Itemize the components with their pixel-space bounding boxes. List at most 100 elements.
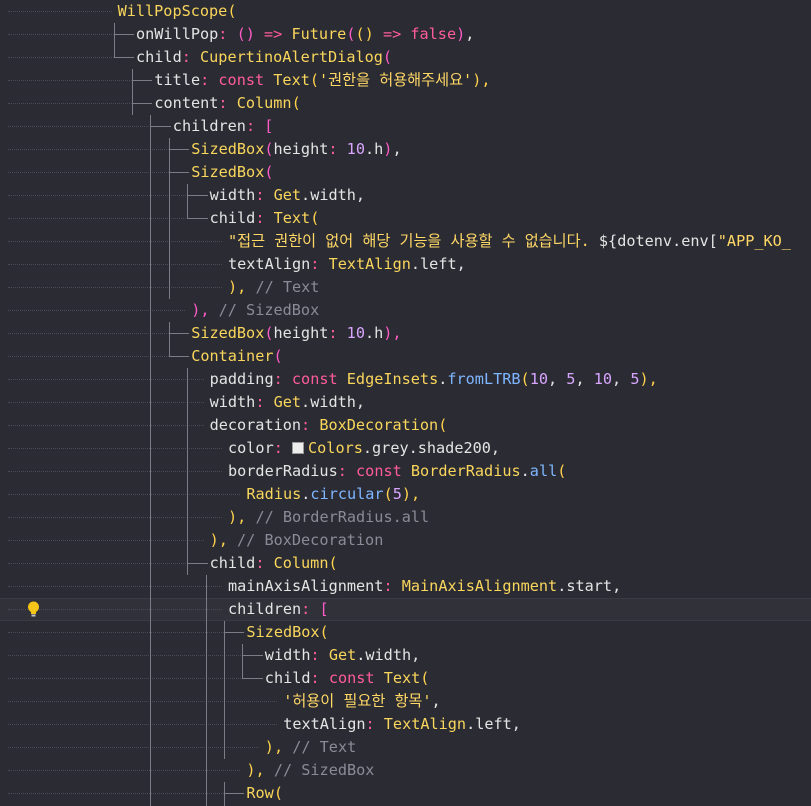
indent-guide (205, 598, 207, 621)
code-text[interactable]: children: [ (228, 598, 329, 621)
code-line[interactable]: Row( (0, 782, 811, 805)
indent-dots (8, 655, 259, 656)
code-line[interactable]: ), // SizedBox (0, 759, 811, 782)
code-editor[interactable]: WillPopScope(onWillPop: () => Future(() … (0, 0, 811, 806)
code-line[interactable]: ), // Text (0, 736, 811, 759)
code-line[interactable]: padding: const EdgeInsets.fromLTRB(10, 5… (0, 368, 811, 391)
code-token-paren: ( (319, 623, 329, 641)
code-line[interactable]: child: CupertinoAlertDialog( (0, 46, 811, 69)
code-line[interactable]: color: Colors.grey.shade200, (0, 437, 811, 460)
code-text[interactable]: SizedBox(height: 10.h), (191, 322, 401, 345)
code-text[interactable]: child: const Text( (265, 667, 430, 690)
code-token-param: children (228, 600, 302, 618)
code-line[interactable]: decoration: BoxDecoration( (0, 414, 811, 437)
code-line[interactable]: SizedBox(height: 10.h), (0, 138, 811, 161)
code-text[interactable]: width: Get.width, (265, 644, 420, 667)
code-line[interactable]: ), // BoxDecoration (0, 529, 811, 552)
code-line[interactable]: width: Get.width, (0, 391, 811, 414)
code-line[interactable]: SizedBox( (0, 621, 811, 644)
tree-branch-arm (224, 632, 245, 633)
code-text[interactable]: borderRadius: const BorderRadius.all( (228, 460, 566, 483)
code-text[interactable]: color: Colors.grey.shade200, (228, 437, 500, 460)
code-text[interactable]: title: const Text('권한을 허용해주세요'), (154, 69, 490, 92)
code-text[interactable]: ), // BoxDecoration (210, 529, 384, 552)
code-token-param: title (154, 71, 201, 89)
code-token-text: h (374, 324, 384, 342)
code-token-paren: ), (209, 531, 228, 549)
code-text[interactable]: "접근 권한이 없어 해당 기능을 사용할 수 없습니다. ${dotenv.e… (228, 230, 791, 253)
code-text[interactable]: ), // BorderRadius.all (228, 506, 429, 529)
tree-branch-arm (132, 103, 153, 104)
code-line[interactable]: content: Column( (0, 92, 811, 115)
code-token-punct: : (255, 186, 274, 204)
indent-guide (168, 184, 170, 207)
code-line[interactable]: borderRadius: const BorderRadius.all( (0, 460, 811, 483)
code-line[interactable]: mainAxisAlignment: MainAxisAlignment.sta… (0, 575, 811, 598)
code-text[interactable]: width: Get.width, (210, 391, 365, 414)
code-line[interactable]: onWillPop: () => Future(() => false), (0, 23, 811, 46)
code-line[interactable]: children: [ (0, 598, 811, 621)
indent-dots (8, 172, 186, 173)
code-token-class: WillPopScope (117, 2, 228, 20)
code-line[interactable]: ), // Text (0, 276, 811, 299)
code-text[interactable]: decoration: BoxDecoration( (210, 414, 448, 437)
code-text[interactable]: padding: const EdgeInsets.fromLTRB(10, 5… (210, 368, 658, 391)
code-text[interactable]: child: Text( (210, 207, 320, 230)
indent-guide (150, 460, 152, 483)
code-text[interactable]: WillPopScope( (118, 0, 237, 23)
code-line[interactable]: children: [ (0, 115, 811, 138)
code-line[interactable]: title: const Text('권한을 허용해주세요'), (0, 69, 811, 92)
code-line[interactable]: Container( (0, 345, 811, 368)
code-text[interactable]: ), // SizedBox (246, 759, 374, 782)
code-text[interactable]: SizedBox( (246, 621, 328, 644)
code-text[interactable]: content: Column( (154, 92, 300, 115)
code-text[interactable]: child: Column( (210, 552, 338, 575)
code-line[interactable]: SizedBox(height: 10.h), (0, 322, 811, 345)
code-text[interactable]: mainAxisAlignment: MainAxisAlignment.sta… (228, 575, 621, 598)
code-line[interactable]: ), // BorderRadius.all (0, 506, 811, 529)
code-line[interactable]: width: Get.width, (0, 644, 811, 667)
code-token-paren: ), (246, 761, 265, 779)
code-text[interactable]: Row( (246, 782, 283, 805)
code-text[interactable]: children: [ (173, 115, 274, 138)
indent-dots (8, 517, 222, 518)
indent-guide (187, 437, 189, 460)
code-line[interactable]: child: Column( (0, 552, 811, 575)
code-text[interactable]: Radius.circular(5), (246, 483, 420, 506)
code-token-number: 10 (593, 370, 613, 388)
code-text[interactable]: ), // Text (228, 276, 319, 299)
code-line[interactable]: Radius.circular(5), (0, 483, 811, 506)
code-token-text: ${ (598, 232, 618, 250)
code-line[interactable]: '허용이 필요한 항목', (0, 690, 811, 713)
code-text[interactable]: ), // Text (265, 736, 356, 759)
code-line[interactable]: child: Text( (0, 207, 811, 230)
code-text[interactable]: textAlign: TextAlign.left, (228, 253, 466, 276)
code-token-punct: : (255, 554, 274, 572)
tree-branch-arm (242, 655, 263, 656)
code-line[interactable]: textAlign: TextAlign.left, (0, 253, 811, 276)
code-text[interactable]: SizedBox(height: 10.h), (191, 138, 401, 161)
code-line[interactable]: width: Get.width, (0, 184, 811, 207)
lightbulb-icon[interactable] (27, 601, 40, 618)
code-text[interactable]: child: CupertinoAlertDialog( (136, 46, 392, 69)
code-text[interactable]: width: Get.width, (210, 184, 365, 207)
code-text[interactable]: '허용이 필요한 항목', (283, 690, 441, 713)
code-line[interactable]: textAlign: TextAlign.left, (0, 713, 811, 736)
code-text[interactable]: Container( (191, 345, 282, 368)
code-token-string: "접근 권한이 없어 해당 기능을 사용할 수 없습니다. (228, 232, 599, 250)
indent-dots (8, 540, 204, 541)
code-line[interactable]: ), // SizedBox (0, 299, 811, 322)
indent-guide (150, 230, 152, 253)
code-line[interactable]: child: const Text( (0, 667, 811, 690)
color-swatch[interactable] (292, 442, 305, 454)
indent-guide (205, 644, 207, 667)
indent-guide (205, 759, 207, 782)
code-text[interactable]: textAlign: TextAlign.left, (283, 713, 521, 736)
code-text[interactable]: SizedBox( (191, 161, 273, 184)
code-text[interactable]: ), // SizedBox (191, 299, 319, 322)
code-text[interactable]: onWillPop: () => Future(() => false), (136, 23, 474, 46)
code-line[interactable]: SizedBox( (0, 161, 811, 184)
code-line[interactable]: "접근 권한이 없어 해당 기능을 사용할 수 없습니다. ${dotenv.e… (0, 230, 811, 253)
code-line[interactable]: WillPopScope( (0, 0, 811, 23)
